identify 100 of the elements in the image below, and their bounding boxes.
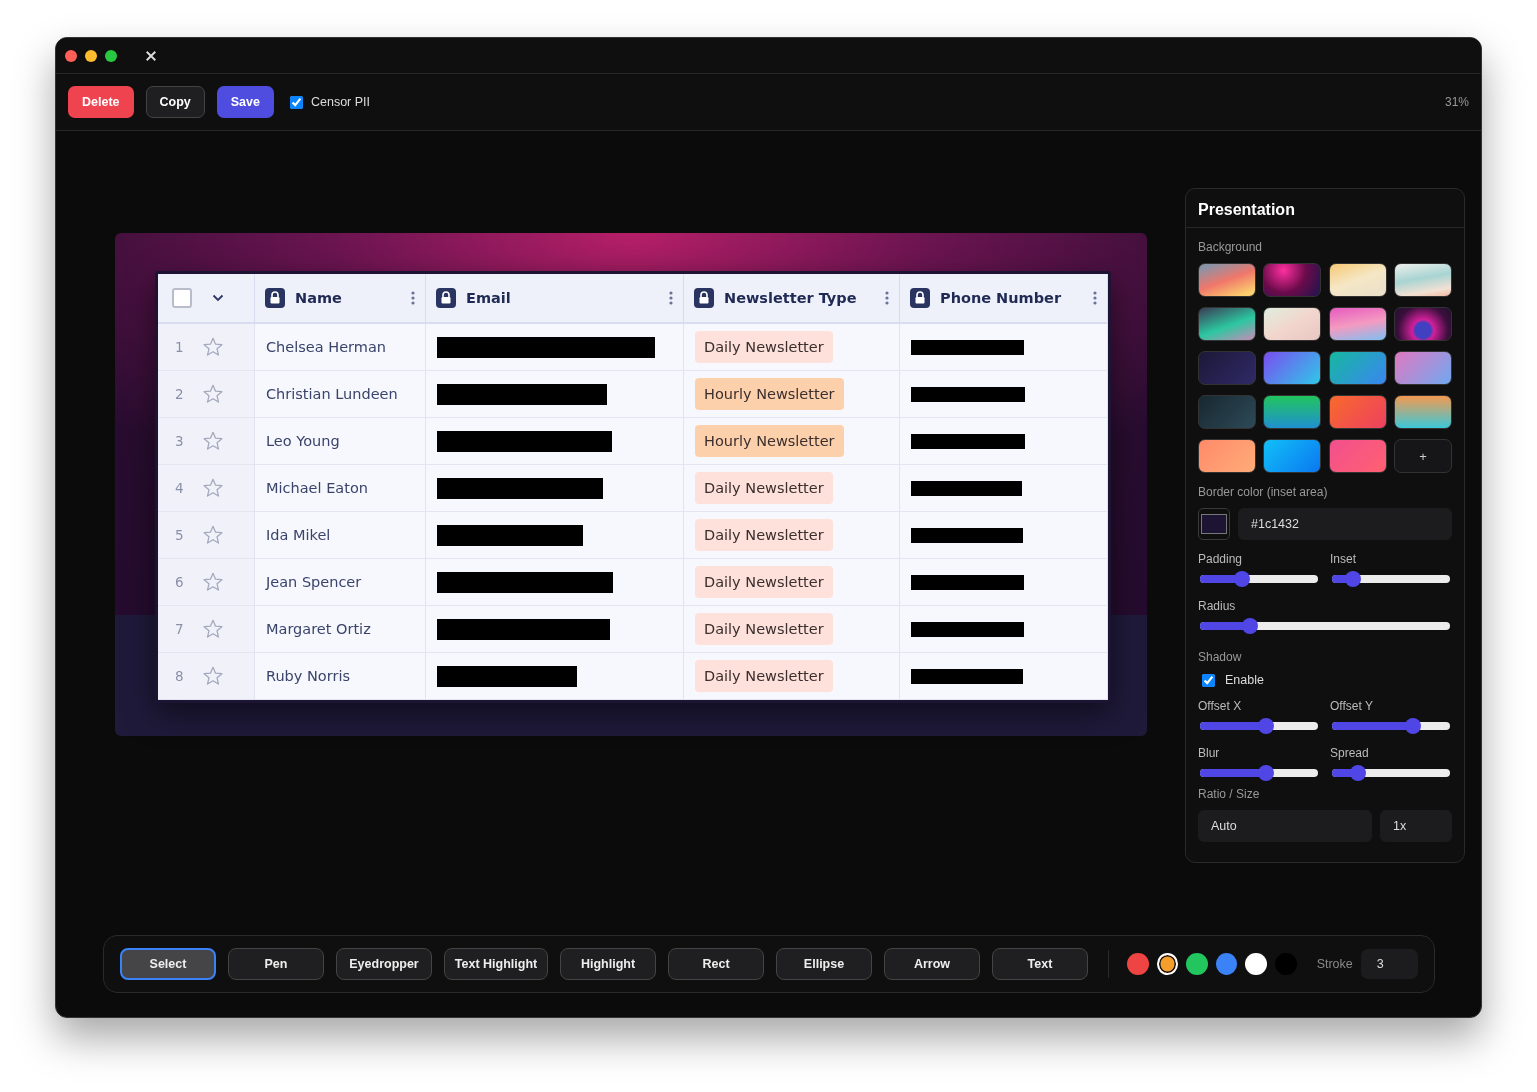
column-header[interactable]: Email <box>466 290 511 306</box>
slider[interactable] <box>1330 765 1452 781</box>
color-swatch[interactable] <box>1198 508 1230 540</box>
background-swatch[interactable] <box>1394 351 1452 385</box>
background-swatch[interactable] <box>1198 351 1256 385</box>
background-swatch[interactable] <box>1198 263 1256 297</box>
star-icon[interactable] <box>202 665 224 687</box>
color-dot[interactable] <box>1127 953 1149 975</box>
tool-button[interactable]: Rect <box>668 948 764 980</box>
background-swatch[interactable] <box>1328 307 1387 341</box>
newsletter-badge: Hourly Newsletter <box>695 425 844 457</box>
tool-button[interactable]: Ellipse <box>776 948 872 980</box>
tool-button[interactable]: Pen <box>228 948 324 980</box>
slider[interactable] <box>1198 765 1320 781</box>
slider-thumb[interactable] <box>1405 718 1422 734</box>
slider-thumb[interactable] <box>1258 718 1274 734</box>
delete-button[interactable]: Delete <box>68 86 134 118</box>
star-icon[interactable] <box>202 477 224 499</box>
column-header[interactable]: Newsletter Type <box>724 290 857 306</box>
star-icon[interactable] <box>202 336 224 358</box>
color-dot[interactable] <box>1215 953 1238 975</box>
tool-button[interactable]: Text <box>992 948 1088 980</box>
background-swatch[interactable] <box>1394 395 1452 429</box>
background-swatch[interactable] <box>1263 307 1322 341</box>
slider[interactable] <box>1198 571 1320 587</box>
size-select[interactable]: 1x <box>1380 810 1452 842</box>
more-icon[interactable] <box>669 291 673 305</box>
star-icon[interactable] <box>202 571 224 593</box>
table-cell: Michael Eaton <box>266 480 368 496</box>
ratio-select[interactable]: Auto <box>1198 810 1372 842</box>
color-dot[interactable] <box>1245 953 1268 975</box>
row-number: 3 <box>175 433 183 449</box>
select-all-checkbox[interactable] <box>172 288 192 308</box>
star-icon[interactable] <box>202 383 224 405</box>
more-icon[interactable] <box>885 291 889 305</box>
table-cell: Leo Young <box>266 433 340 449</box>
tool-button[interactable]: Highlight <box>560 948 656 980</box>
background-swatch[interactable] <box>1328 395 1387 429</box>
color-input[interactable]: #1c1432 <box>1238 508 1452 540</box>
slider[interactable] <box>1198 718 1320 734</box>
add-background-button[interactable]: + <box>1394 439 1452 473</box>
star-icon[interactable] <box>202 524 224 546</box>
stroke-input[interactable]: 3 <box>1360 949 1418 979</box>
newsletter-badge: Daily Newsletter <box>695 660 833 692</box>
color-dot[interactable] <box>1186 953 1208 975</box>
background-swatch[interactable] <box>1263 439 1322 473</box>
background-swatch[interactable] <box>1263 351 1322 385</box>
slider-thumb[interactable] <box>1241 618 1258 634</box>
star-icon[interactable] <box>202 618 224 640</box>
tool-button[interactable]: Eyedropper <box>336 948 432 980</box>
section-label: Background <box>1198 240 1264 254</box>
star-icon[interactable] <box>202 430 224 452</box>
row-number: 6 <box>175 574 183 590</box>
newsletter-badge: Daily Newsletter <box>695 566 833 598</box>
slider[interactable] <box>1330 718 1452 734</box>
copy-button[interactable]: Copy <box>145 86 205 118</box>
background-swatch[interactable] <box>1198 395 1256 429</box>
column-header[interactable]: Name <box>295 290 342 306</box>
slider-thumb[interactable] <box>1345 571 1362 587</box>
background-swatch[interactable] <box>1394 307 1452 341</box>
slider-thumb[interactable] <box>1258 765 1274 781</box>
column-header[interactable]: Phone Number <box>940 290 1062 306</box>
background-swatch[interactable] <box>1394 263 1452 297</box>
row-number: 2 <box>175 386 183 402</box>
chevron-down-icon[interactable] <box>212 294 224 302</box>
background-swatch[interactable] <box>1328 263 1387 297</box>
background-swatch[interactable] <box>1263 395 1322 429</box>
more-icon[interactable] <box>411 291 415 305</box>
lock-icon <box>436 288 456 308</box>
newsletter-badge: Hourly Newsletter <box>695 378 844 410</box>
row-number: 1 <box>175 339 183 355</box>
tool-button[interactable]: Select <box>120 948 216 980</box>
background-swatch[interactable] <box>1198 439 1256 473</box>
background-swatch[interactable] <box>1328 351 1387 385</box>
censor-checkbox[interactable] <box>290 95 303 109</box>
slider-label: Inset <box>1330 552 1357 566</box>
maximize-button[interactable] <box>105 49 117 62</box>
shadow-checkbox[interactable] <box>1202 673 1215 687</box>
background-swatch[interactable] <box>1198 307 1256 341</box>
color-dot[interactable] <box>1156 953 1179 975</box>
lock-icon <box>910 288 930 308</box>
slider[interactable] <box>1330 571 1452 587</box>
table-cell: Jean Spencer <box>266 574 362 590</box>
slider-thumb[interactable] <box>1234 571 1251 587</box>
slider-label: Blur <box>1198 746 1221 760</box>
newsletter-badge: Daily Newsletter <box>695 472 833 504</box>
enable-label: Enable <box>1225 673 1264 687</box>
background-swatch[interactable] <box>1263 263 1322 297</box>
more-icon[interactable] <box>1093 291 1097 305</box>
table-cell: Margaret Ortiz <box>266 621 371 637</box>
background-swatch[interactable] <box>1328 439 1387 473</box>
minimize-button[interactable] <box>85 49 97 62</box>
close-button[interactable] <box>65 49 77 62</box>
slider[interactable] <box>1198 618 1452 634</box>
save-button[interactable]: Save <box>216 86 274 118</box>
tool-button[interactable]: Text Highlight <box>444 948 548 980</box>
tool-button[interactable]: Arrow <box>884 948 980 980</box>
slider-label: Offset X <box>1198 699 1243 713</box>
slider-thumb[interactable] <box>1349 765 1366 781</box>
slider-label: Radius <box>1198 599 1237 613</box>
